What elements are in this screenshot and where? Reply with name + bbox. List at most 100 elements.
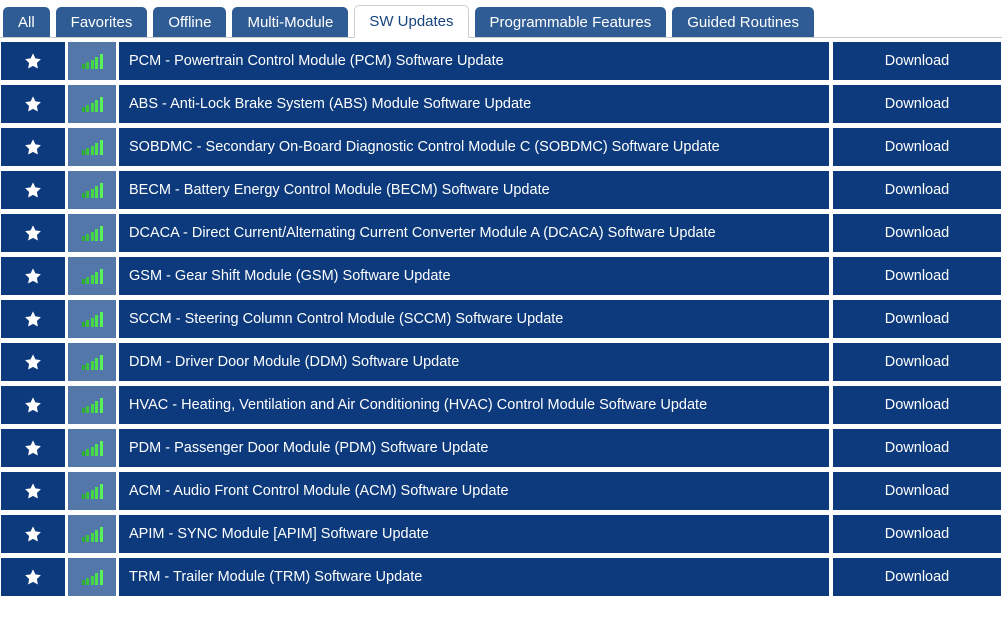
favorite-star-button[interactable]	[1, 429, 68, 467]
star-icon	[25, 440, 41, 456]
tab-all[interactable]: All	[3, 7, 50, 37]
favorite-star-button[interactable]	[1, 386, 68, 424]
download-button[interactable]: Download	[833, 257, 1001, 295]
table-row[interactable]: ACM - Audio Front Control Module (ACM) S…	[1, 472, 1001, 510]
download-button[interactable]: Download	[833, 85, 1001, 123]
download-button[interactable]: Download	[833, 214, 1001, 252]
star-icon	[25, 311, 41, 327]
module-update-name: DDM - Driver Door Module (DDM) Software …	[119, 343, 833, 381]
tab-multi-module[interactable]: Multi-Module	[232, 7, 349, 37]
star-icon	[25, 225, 41, 241]
tab-offline[interactable]: Offline	[153, 7, 227, 37]
signal-strength-icon	[81, 526, 103, 542]
download-button[interactable]: Download	[833, 386, 1001, 424]
favorite-star-button[interactable]	[1, 472, 68, 510]
module-update-name: ACM - Audio Front Control Module (ACM) S…	[119, 472, 833, 510]
software-update-list: PCM - Powertrain Control Module (PCM) So…	[0, 38, 1002, 596]
download-button[interactable]: Download	[833, 515, 1001, 553]
table-row[interactable]: SOBDMC - Secondary On-Board Diagnostic C…	[1, 128, 1001, 166]
table-row[interactable]: GSM - Gear Shift Module (GSM) Software U…	[1, 257, 1001, 295]
signal-strength-icon	[81, 96, 103, 112]
signal-strength-cell	[68, 257, 119, 295]
module-update-name: ABS - Anti-Lock Brake System (ABS) Modul…	[119, 85, 833, 123]
star-icon	[25, 268, 41, 284]
star-icon	[25, 182, 41, 198]
module-update-name: PDM - Passenger Door Module (PDM) Softwa…	[119, 429, 833, 467]
download-button[interactable]: Download	[833, 42, 1001, 80]
favorite-star-button[interactable]	[1, 343, 68, 381]
signal-strength-cell	[68, 300, 119, 338]
tab-bar-filler	[817, 8, 1002, 38]
star-icon	[25, 483, 41, 499]
signal-strength-cell	[68, 515, 119, 553]
module-update-name: SCCM - Steering Column Control Module (S…	[119, 300, 833, 338]
signal-strength-cell	[68, 42, 119, 80]
signal-strength-cell	[68, 343, 119, 381]
signal-strength-cell	[68, 386, 119, 424]
download-button[interactable]: Download	[833, 429, 1001, 467]
signal-strength-icon	[81, 569, 103, 585]
table-row[interactable]: BECM - Battery Energy Control Module (BE…	[1, 171, 1001, 209]
table-row[interactable]: ABS - Anti-Lock Brake System (ABS) Modul…	[1, 85, 1001, 123]
signal-strength-icon	[81, 354, 103, 370]
star-icon	[25, 96, 41, 112]
download-button[interactable]: Download	[833, 472, 1001, 510]
signal-strength-cell	[68, 171, 119, 209]
favorite-star-button[interactable]	[1, 515, 68, 553]
favorite-star-button[interactable]	[1, 558, 68, 596]
signal-strength-cell	[68, 128, 119, 166]
signal-strength-icon	[81, 311, 103, 327]
signal-strength-icon	[81, 268, 103, 284]
favorite-star-button[interactable]	[1, 171, 68, 209]
table-row[interactable]: DCACA - Direct Current/Alternating Curre…	[1, 214, 1001, 252]
table-row[interactable]: PCM - Powertrain Control Module (PCM) So…	[1, 42, 1001, 80]
table-row[interactable]: TRM - Trailer Module (TRM) Software Upda…	[1, 558, 1001, 596]
star-icon	[25, 53, 41, 69]
tab-favorites[interactable]: Favorites	[55, 7, 148, 37]
favorite-star-button[interactable]	[1, 300, 68, 338]
favorite-star-button[interactable]	[1, 128, 68, 166]
signal-strength-icon	[81, 440, 103, 456]
module-update-name: BECM - Battery Energy Control Module (BE…	[119, 171, 833, 209]
signal-strength-icon	[81, 483, 103, 499]
table-row[interactable]: PDM - Passenger Door Module (PDM) Softwa…	[1, 429, 1001, 467]
module-update-name: GSM - Gear Shift Module (GSM) Software U…	[119, 257, 833, 295]
favorite-star-button[interactable]	[1, 42, 68, 80]
favorite-star-button[interactable]	[1, 85, 68, 123]
download-button[interactable]: Download	[833, 558, 1001, 596]
module-update-name: APIM - SYNC Module [APIM] Software Updat…	[119, 515, 833, 553]
signal-strength-cell	[68, 214, 119, 252]
table-row[interactable]: APIM - SYNC Module [APIM] Software Updat…	[1, 515, 1001, 553]
signal-strength-cell	[68, 472, 119, 510]
download-button[interactable]: Download	[833, 128, 1001, 166]
favorite-star-button[interactable]	[1, 214, 68, 252]
module-update-name: SOBDMC - Secondary On-Board Diagnostic C…	[119, 128, 833, 166]
module-update-name: DCACA - Direct Current/Alternating Curre…	[119, 214, 833, 252]
signal-strength-icon	[81, 397, 103, 413]
star-icon	[25, 397, 41, 413]
star-icon	[25, 569, 41, 585]
signal-strength-cell	[68, 558, 119, 596]
favorite-star-button[interactable]	[1, 257, 68, 295]
signal-strength-cell	[68, 429, 119, 467]
star-icon	[25, 354, 41, 370]
signal-strength-icon	[81, 139, 103, 155]
tab-sw-updates[interactable]: SW Updates	[354, 5, 469, 38]
module-update-name: HVAC - Heating, Ventilation and Air Cond…	[119, 386, 833, 424]
signal-strength-icon	[81, 53, 103, 69]
signal-strength-icon	[81, 182, 103, 198]
signal-strength-cell	[68, 85, 119, 123]
download-button[interactable]: Download	[833, 300, 1001, 338]
tab-programmable-features[interactable]: Programmable Features	[474, 7, 667, 37]
tab-bar: All Favorites Offline Multi-Module SW Update…	[0, 0, 1002, 38]
module-update-name: PCM - Powertrain Control Module (PCM) So…	[119, 42, 833, 80]
table-row[interactable]: DDM - Driver Door Module (DDM) Software …	[1, 343, 1001, 381]
download-button[interactable]: Download	[833, 343, 1001, 381]
table-row[interactable]: HVAC - Heating, Ventilation and Air Cond…	[1, 386, 1001, 424]
tab-guided-routines[interactable]: Guided Routines	[672, 7, 815, 37]
table-row[interactable]: SCCM - Steering Column Control Module (S…	[1, 300, 1001, 338]
download-button[interactable]: Download	[833, 171, 1001, 209]
star-icon	[25, 139, 41, 155]
star-icon	[25, 526, 41, 542]
signal-strength-icon	[81, 225, 103, 241]
